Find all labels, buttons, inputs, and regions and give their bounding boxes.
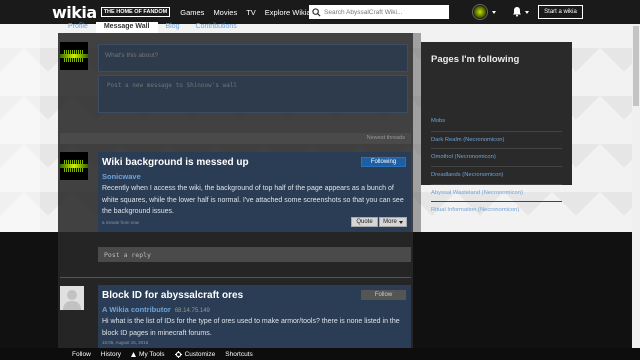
user-menu-chevron-icon[interactable]	[492, 11, 496, 14]
thread-title[interactable]: Block ID for abyssalcraft ores	[102, 290, 243, 301]
composer-avatar	[60, 42, 88, 70]
module-title: Pages I'm following	[431, 54, 520, 65]
thread-author-avatar[interactable]	[60, 152, 88, 180]
toolbar-history[interactable]: History	[101, 351, 121, 358]
followed-page-link[interactable]: Omothol (Necronomicon)	[431, 148, 562, 166]
sort-threads-label[interactable]: Newest threads	[60, 133, 411, 144]
new-message-body-field[interactable]	[98, 75, 408, 113]
thread-divider	[60, 277, 411, 278]
followed-page-link[interactable]: Mobs	[431, 113, 562, 131]
author-ip: 68.14.75.149	[174, 308, 210, 314]
column-shade	[413, 33, 421, 232]
thread-timestamp[interactable]: 15:06, August 15, 2016	[102, 340, 148, 345]
follow-button[interactable]: Follow	[361, 290, 406, 300]
message-body-input[interactable]	[107, 82, 397, 106]
customize-label: Customize	[184, 350, 216, 358]
author-name-text: A Wikia contributor	[102, 305, 171, 314]
thread-title[interactable]: Wiki background is messed up	[102, 157, 249, 168]
thread-timestamp[interactable]: a minute from now	[102, 220, 139, 225]
toolbar-customize[interactable]: Customize	[174, 350, 216, 358]
search-input[interactable]	[324, 8, 444, 16]
wikia-toolbar: Follow History My Tools Customize Shortc…	[0, 348, 640, 360]
nav-link-tv[interactable]: TV	[246, 8, 256, 17]
notifications-chevron-icon[interactable]	[525, 11, 529, 14]
nav-link-movies[interactable]: Movies	[213, 8, 237, 17]
tab-message-wall[interactable]: Message Wall	[95, 22, 158, 33]
triangle-up-icon	[131, 351, 137, 357]
thread-author-name[interactable]: A Wikia contributor 68.14.75.149	[102, 305, 210, 314]
thread-author-name[interactable]: Sonicwave	[102, 172, 141, 181]
quote-button[interactable]: Quote	[351, 217, 378, 227]
tab-contributions[interactable]: Contributions	[188, 22, 245, 33]
tab-profile[interactable]: Profile	[60, 22, 96, 33]
start-a-wikia-button[interactable]: Start a wikia	[538, 5, 583, 19]
toolbar-follow[interactable]: Follow	[72, 351, 91, 358]
search-icon	[312, 7, 321, 17]
person-icon	[63, 290, 81, 310]
notifications-bell-icon[interactable]	[512, 6, 522, 17]
profile-tabs: Profile Message Wall Blog Contributions	[60, 22, 245, 33]
followed-page-link[interactable]: Abyssal Wasteland (Necronomicon)	[431, 183, 562, 202]
anonymous-avatar[interactable]	[60, 286, 84, 310]
logo-tagline[interactable]: THE HOME OF FANDOM	[100, 7, 171, 17]
global-search[interactable]	[309, 5, 449, 19]
new-message-title-field[interactable]	[98, 44, 408, 72]
followed-pages-list: Mobs Dark Realm (Necronomicon) Omothol (…	[431, 113, 562, 219]
explore-wikia-label: Explore Wikia	[264, 7, 311, 17]
nav-link-games[interactable]: Games	[180, 8, 204, 17]
thread-body: Hi what is the list of IDs for the type …	[102, 318, 400, 337]
followed-page-link[interactable]: Dreadlands (Necronomicon)	[431, 166, 562, 184]
wikia-logo[interactable]: wikia	[52, 3, 97, 22]
my-tools-label: My Tools	[139, 350, 165, 358]
toolbar-shortcuts[interactable]: Shortcuts	[225, 351, 252, 358]
background-gutter	[0, 24, 40, 232]
gear-icon	[174, 350, 182, 358]
thread-body: Recently when I access the wiki, the bac…	[102, 185, 404, 215]
tab-blog[interactable]: Blog	[158, 22, 188, 33]
followed-page-link[interactable]: Dark Realm (Necronomicon)	[431, 130, 562, 149]
scrollbar-thumb[interactable]	[633, 26, 639, 106]
chevron-down-icon	[398, 220, 403, 224]
pages-following-module: Pages I'm following Mobs Dark Realm (Nec…	[421, 42, 572, 213]
more-button[interactable]: More	[379, 217, 407, 227]
toolbar-my-tools[interactable]: My Tools	[131, 351, 165, 358]
post-reply-field[interactable]: Post a reply	[98, 247, 411, 262]
message-title-input[interactable]	[105, 52, 395, 59]
followed-page-link[interactable]: Ritual Information (Necronomicon)	[431, 201, 562, 219]
following-button[interactable]: Following	[361, 157, 406, 167]
user-avatar[interactable]	[472, 4, 488, 20]
more-label: More	[383, 219, 397, 225]
